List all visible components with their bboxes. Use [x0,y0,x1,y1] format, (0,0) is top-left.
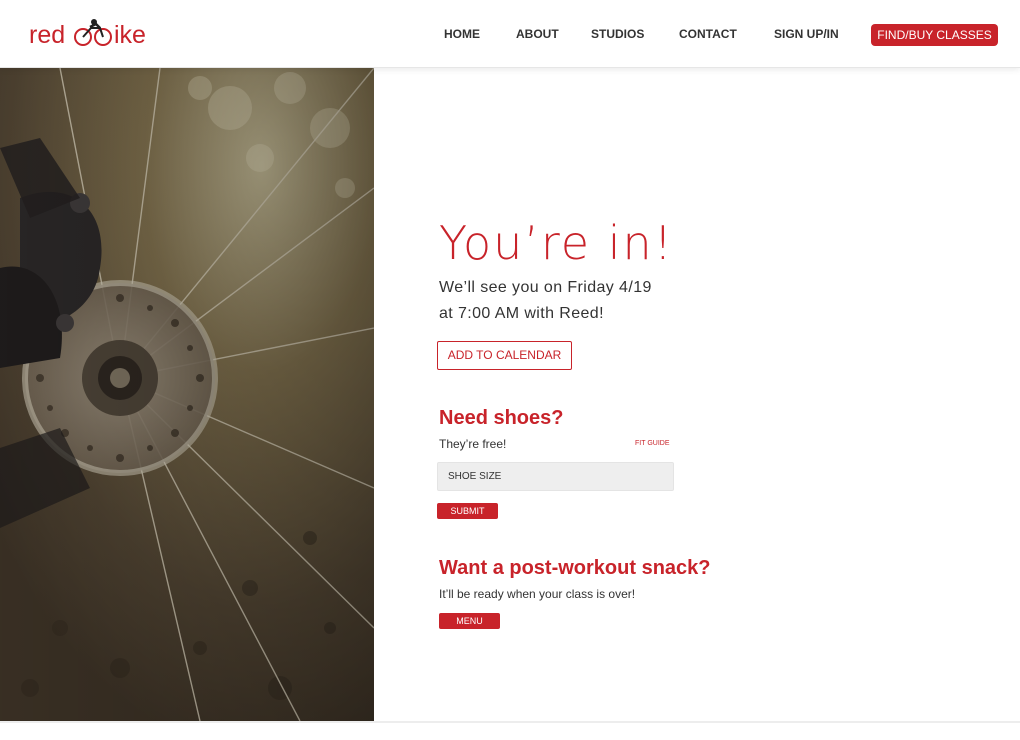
confirmation-content: You’re in! We’ll see you on Friday 4/19 … [374,68,1020,721]
shoe-size-input[interactable] [437,462,674,491]
class-details: We’ll see you on Friday 4/19 at 7:00 AM … [439,275,699,327]
shoes-heading: Need shoes? [439,407,564,429]
nav-contact[interactable]: CONTACT [679,27,737,41]
svg-text:red: red [29,21,65,49]
shoes-subtext: They’re free! [439,437,507,451]
menu-button[interactable]: MENU [439,613,500,629]
page-title: You’re in! [439,216,675,270]
snack-subtext: It’ll be ready when your class is over! [439,587,636,601]
redbike-logo[interactable]: red ike [28,16,148,52]
nav-about[interactable]: ABOUT [516,27,559,41]
class-details-line2: at 7:00 AM with Reed! [439,305,604,322]
fit-guide-link[interactable]: FIT GUIDE [635,440,669,447]
add-to-calendar-button[interactable]: ADD TO CALENDAR [437,341,572,370]
nav-home[interactable]: HOME [444,27,480,41]
redbike-logo-icon: red ike [29,19,146,49]
bike-brake-photo-icon [0,68,374,721]
snack-heading: Want a post-workout snack? [439,557,711,579]
submit-button[interactable]: SUBMIT [437,503,498,519]
find-buy-classes-button[interactable]: FIND/BUY CLASSES [871,24,998,46]
nav-studios[interactable]: STUDIOS [591,27,644,41]
site-header: red ike HOME ABOUT STUDIOS CONTACT SIGN … [0,0,1020,68]
footer-divider [0,721,1020,723]
nav-sign-up-in[interactable]: SIGN UP/IN [774,27,839,41]
class-details-line1: We’ll see you on Friday 4/19 [439,279,652,296]
hero-image [0,68,374,721]
svg-text:ike: ike [114,21,146,49]
